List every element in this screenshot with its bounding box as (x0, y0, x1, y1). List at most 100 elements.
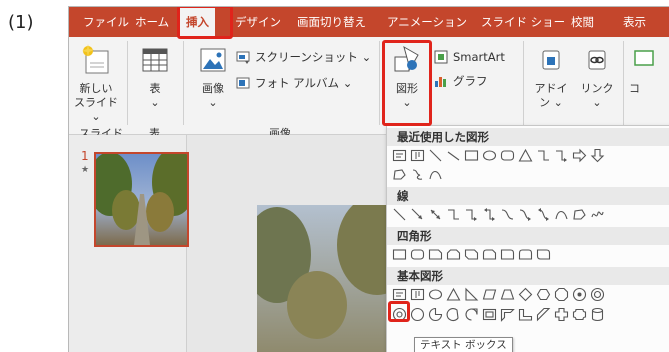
smartart-button[interactable]: SmartArt (433, 49, 505, 65)
parallelogram-icon[interactable] (482, 287, 497, 302)
addins-button[interactable]: アドイ ン ⌄ (531, 43, 571, 110)
rectangle-icon[interactable] (392, 247, 407, 262)
trapezoid-icon[interactable] (500, 287, 515, 302)
arrow-line-icon[interactable] (410, 207, 425, 222)
chart-button[interactable]: グラフ (433, 73, 488, 89)
new-slide-label-2: スライド ⌄ (74, 96, 118, 123)
curly-icon[interactable] (410, 167, 425, 182)
elbow-arrow-connector-icon[interactable] (464, 207, 479, 222)
addins-label-2: ン ⌄ (539, 96, 563, 109)
lines-row-1 (392, 207, 605, 224)
section-rectangles: 四角形 (387, 227, 669, 245)
oval-icon[interactable] (482, 148, 497, 163)
round-same-side-icon[interactable] (518, 247, 533, 262)
text-box-icon[interactable] (392, 287, 407, 302)
chord-icon[interactable] (446, 307, 461, 322)
link-label: リンク (580, 82, 614, 95)
recent-shapes-row-2 (392, 167, 443, 184)
cross-icon[interactable] (554, 307, 569, 322)
round-single-corner-icon[interactable] (500, 247, 515, 262)
hexagon-icon[interactable] (536, 287, 551, 302)
snip-same-side-icon[interactable] (446, 247, 461, 262)
can-icon[interactable] (590, 307, 605, 322)
circle-12-icon[interactable] (410, 307, 425, 322)
curve-icon[interactable] (428, 167, 443, 182)
right-triangle-icon[interactable] (464, 287, 479, 302)
curved-arrow-connector-icon[interactable] (518, 207, 533, 222)
frame-icon[interactable] (482, 307, 497, 322)
right-arrow-icon[interactable] (572, 148, 587, 163)
circle-10-icon[interactable] (392, 307, 407, 322)
text-box-icon[interactable] (392, 148, 407, 163)
rounded-rectangle-icon[interactable] (500, 148, 515, 163)
tab-file[interactable]: ファイル (83, 7, 129, 37)
round-diagonal-icon[interactable] (536, 247, 551, 262)
tooltip: テキスト ボックス (414, 337, 513, 352)
half-frame-icon[interactable] (500, 307, 515, 322)
store-icon (542, 50, 560, 70)
tab-view[interactable]: 表示 (623, 7, 646, 37)
tab-animations[interactable]: アニメーション (387, 7, 467, 37)
shapes-button[interactable]: 図形 ⌄ (387, 43, 427, 110)
freeform-icon[interactable] (572, 207, 587, 222)
snip-single-corner-icon[interactable] (428, 247, 443, 262)
tab-insert[interactable]: 挿入 (180, 7, 215, 37)
tab-home[interactable]: ホーム (135, 7, 169, 37)
line-icon[interactable] (392, 207, 407, 222)
curved-connector-icon[interactable] (500, 207, 515, 222)
link-button[interactable]: リンク ⌄ (577, 43, 617, 110)
tab-transitions[interactable]: 画面切り替え (297, 7, 366, 37)
diagonal-stripe-icon[interactable] (536, 307, 551, 322)
line-icon[interactable] (428, 148, 443, 163)
tree-photo (257, 205, 402, 352)
scribble-icon[interactable] (590, 207, 605, 222)
diamond-icon[interactable] (518, 287, 533, 302)
curved-double-arrow-icon[interactable] (536, 207, 551, 222)
screenshot-button[interactable]: スクリーンショット ⌄ (235, 49, 371, 65)
l-shape-icon[interactable] (518, 307, 533, 322)
pie-icon[interactable] (428, 307, 443, 322)
curve-icon[interactable] (554, 207, 569, 222)
slide-number: 1 (81, 149, 89, 163)
rectangle-icon[interactable] (464, 148, 479, 163)
table-button[interactable]: 表 ⌄ (135, 43, 175, 110)
elbow-connector-icon[interactable] (446, 207, 461, 222)
comment-button[interactable]: コ (629, 43, 669, 96)
tab-design[interactable]: デザイン (235, 7, 281, 37)
double-arrow-line-icon[interactable] (428, 207, 443, 222)
circle-8-icon[interactable] (590, 287, 605, 302)
vertical-text-box-icon[interactable] (410, 148, 425, 163)
freeform-icon[interactable] (392, 167, 407, 182)
down-arrow-icon[interactable] (590, 148, 605, 163)
new-slide-button[interactable]: 新しい スライド ⌄ (73, 43, 119, 124)
link-caret: ⌄ (592, 96, 602, 109)
powerpoint-window: ファイル ホーム 挿入 デザイン 画面切り替え アニメーション スライド ショー… (68, 6, 669, 352)
tab-review[interactable]: 校閲 (571, 7, 594, 37)
photo-album-button[interactable]: フォト アルバム ⌄ (235, 75, 352, 91)
rounded-rectangle-icon[interactable] (410, 247, 425, 262)
triangle-icon[interactable] (518, 148, 533, 163)
elbow-double-arrow-icon[interactable] (482, 207, 497, 222)
slide-thumbnail[interactable] (94, 152, 189, 247)
chart-icon (435, 77, 446, 87)
oval-icon[interactable] (428, 287, 443, 302)
tab-slideshow[interactable]: スライド ショー (481, 7, 565, 37)
triangle-icon[interactable] (446, 287, 461, 302)
screenshot-icon (236, 51, 250, 64)
snip-diagonal-icon[interactable] (464, 247, 479, 262)
elbow-arrow-connector-icon[interactable] (554, 148, 569, 163)
shapes-caret: ⌄ (402, 96, 412, 109)
section-basic-shapes: 基本図形 (387, 267, 669, 285)
circle-7-icon[interactable] (572, 287, 587, 302)
slide-canvas-photo[interactable] (257, 205, 402, 352)
image-button[interactable]: 画像 ⌄ (193, 43, 233, 110)
section-lines: 線 (387, 187, 669, 205)
snip-round-icon[interactable] (482, 247, 497, 262)
elbow-connector-icon[interactable] (536, 148, 551, 163)
plaque-icon[interactable] (572, 307, 587, 322)
teardrop-icon[interactable] (464, 307, 479, 322)
vertical-text-box-icon[interactable] (410, 287, 425, 302)
line-diagonal-icon[interactable] (446, 148, 461, 163)
group-divider (183, 41, 184, 125)
octagon-icon[interactable] (554, 287, 569, 302)
